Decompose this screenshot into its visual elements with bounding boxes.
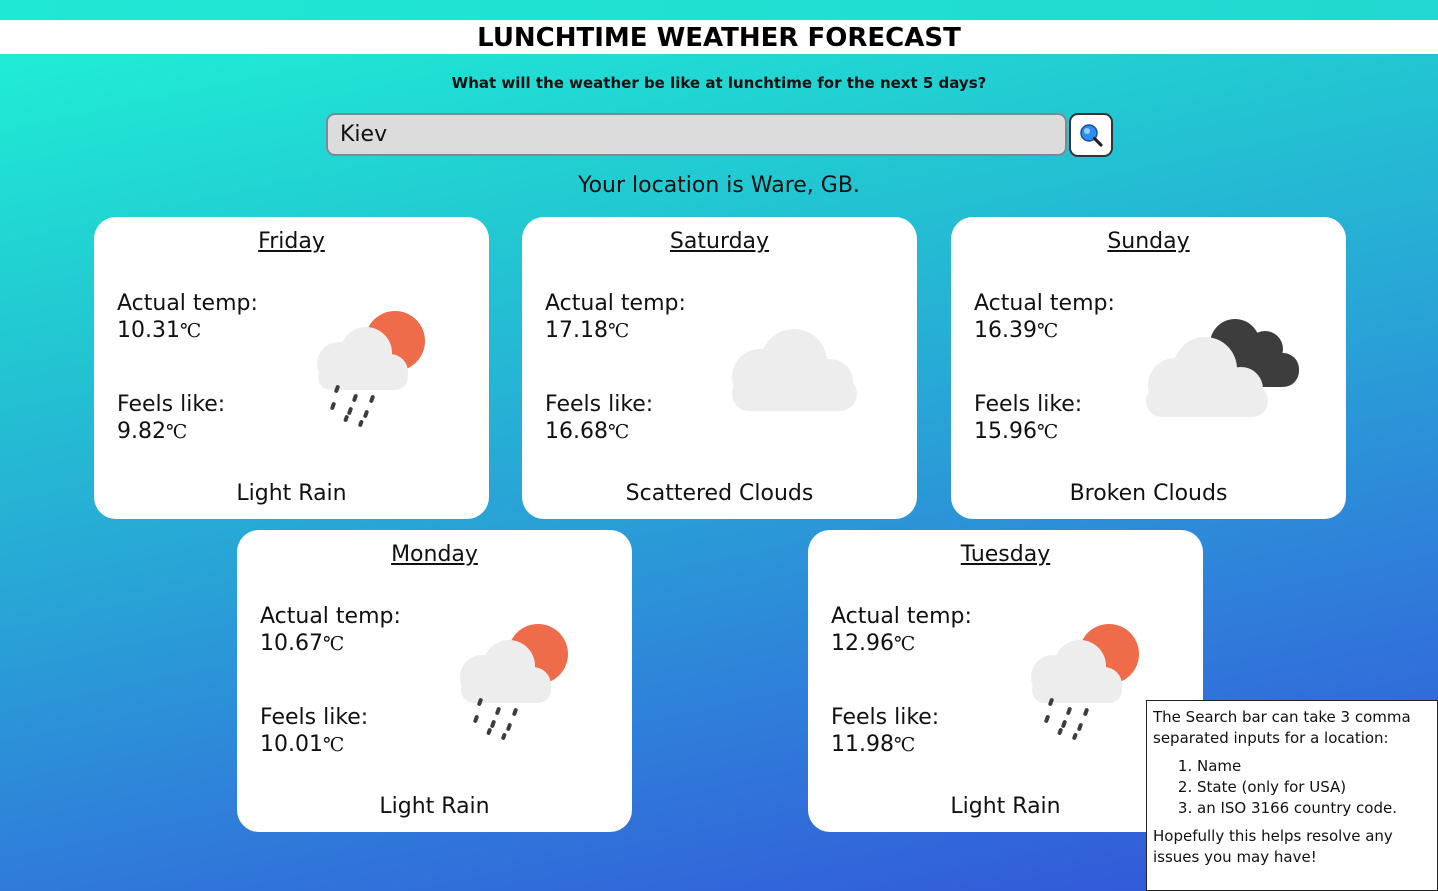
- weather-description: Light Rain: [236, 481, 347, 506]
- actual-temp-label: Actual temp:: [831, 604, 972, 629]
- help-outro: Hopefully this helps resolve any issues …: [1153, 827, 1393, 866]
- actual-temp-value: 10.67℃: [260, 631, 345, 656]
- location-text: Your location is Ware, GB.: [578, 173, 860, 198]
- actual-temp-label: Actual temp:: [974, 291, 1115, 316]
- actual-temp-value: 16.39℃: [974, 318, 1059, 343]
- forecast-card: Sunday Actual temp: 16.39℃ Feels like: 1…: [951, 217, 1346, 519]
- day-name: Saturday: [669, 229, 770, 254]
- day-name: Monday: [391, 542, 478, 567]
- feels-like-value: 16.68℃: [545, 419, 630, 444]
- weather-description: Scattered Clouds: [625, 481, 814, 506]
- actual-temp-value: 12.96℃: [831, 631, 916, 656]
- help-list: Name State (only for USA) an ISO 3166 co…: [1153, 756, 1431, 819]
- title-bar: LUNCHTIME WEATHER FORECAST: [0, 20, 1438, 54]
- weather-description: Broken Clouds: [1069, 481, 1228, 506]
- help-item-country: an ISO 3166 country code.: [1197, 798, 1431, 819]
- feels-like-value: 11.98℃: [831, 732, 916, 757]
- top-strip: [0, 0, 1438, 20]
- help-item-state: State (only for USA): [1197, 777, 1431, 798]
- broken-clouds-icon: [1146, 319, 1299, 417]
- day-name: Tuesday: [960, 542, 1051, 567]
- forecast-card: Saturday Actual temp: 17.18℃ Feels like:…: [522, 217, 917, 519]
- page-title: LUNCHTIME WEATHER FORECAST: [477, 23, 961, 53]
- light-rain-icon: [317, 311, 425, 427]
- forecast-card: Friday Actual temp: 10.31℃ Feels like: 9…: [94, 217, 489, 519]
- actual-temp-label: Actual temp:: [117, 291, 258, 316]
- weather-description: Light Rain: [379, 794, 490, 819]
- page-subtitle: What will the weather be like at lunchti…: [451, 74, 987, 92]
- actual-temp-value: 10.31℃: [117, 318, 202, 343]
- actual-temp-label: Actual temp:: [260, 604, 401, 629]
- feels-like-label: Feels like:: [545, 392, 654, 417]
- feels-like-label: Feels like:: [831, 705, 940, 730]
- cloud-icon: [732, 329, 857, 411]
- feels-like-label: Feels like:: [117, 392, 226, 417]
- search-button[interactable]: [1069, 113, 1113, 157]
- actual-temp-value: 17.18℃: [545, 318, 630, 343]
- actual-temp-label: Actual temp:: [545, 291, 686, 316]
- search-icon: [1080, 124, 1103, 147]
- search-input[interactable]: [326, 113, 1067, 156]
- help-intro: The Search bar can take 3 comma separate…: [1153, 708, 1411, 747]
- feels-like-label: Feels like:: [260, 705, 369, 730]
- day-name: Sunday: [1107, 229, 1190, 254]
- search-help-tooltip: The Search bar can take 3 comma separate…: [1146, 700, 1438, 891]
- day-name: Friday: [258, 229, 325, 254]
- feels-like-label: Feels like:: [974, 392, 1083, 417]
- feels-like-value: 15.96℃: [974, 419, 1059, 444]
- light-rain-icon: [460, 624, 568, 740]
- forecast-card: Monday Actual temp: 10.67℃ Feels like: 1…: [237, 530, 632, 832]
- search-bar: [326, 113, 1116, 157]
- help-item-name: Name: [1197, 756, 1431, 777]
- feels-like-value: 9.82℃: [117, 419, 188, 444]
- light-rain-icon: [1031, 624, 1139, 740]
- feels-like-value: 10.01℃: [260, 732, 345, 757]
- weather-description: Light Rain: [950, 794, 1061, 819]
- forecast-card: Tuesday Actual temp: 12.96℃ Feels like: …: [808, 530, 1203, 832]
